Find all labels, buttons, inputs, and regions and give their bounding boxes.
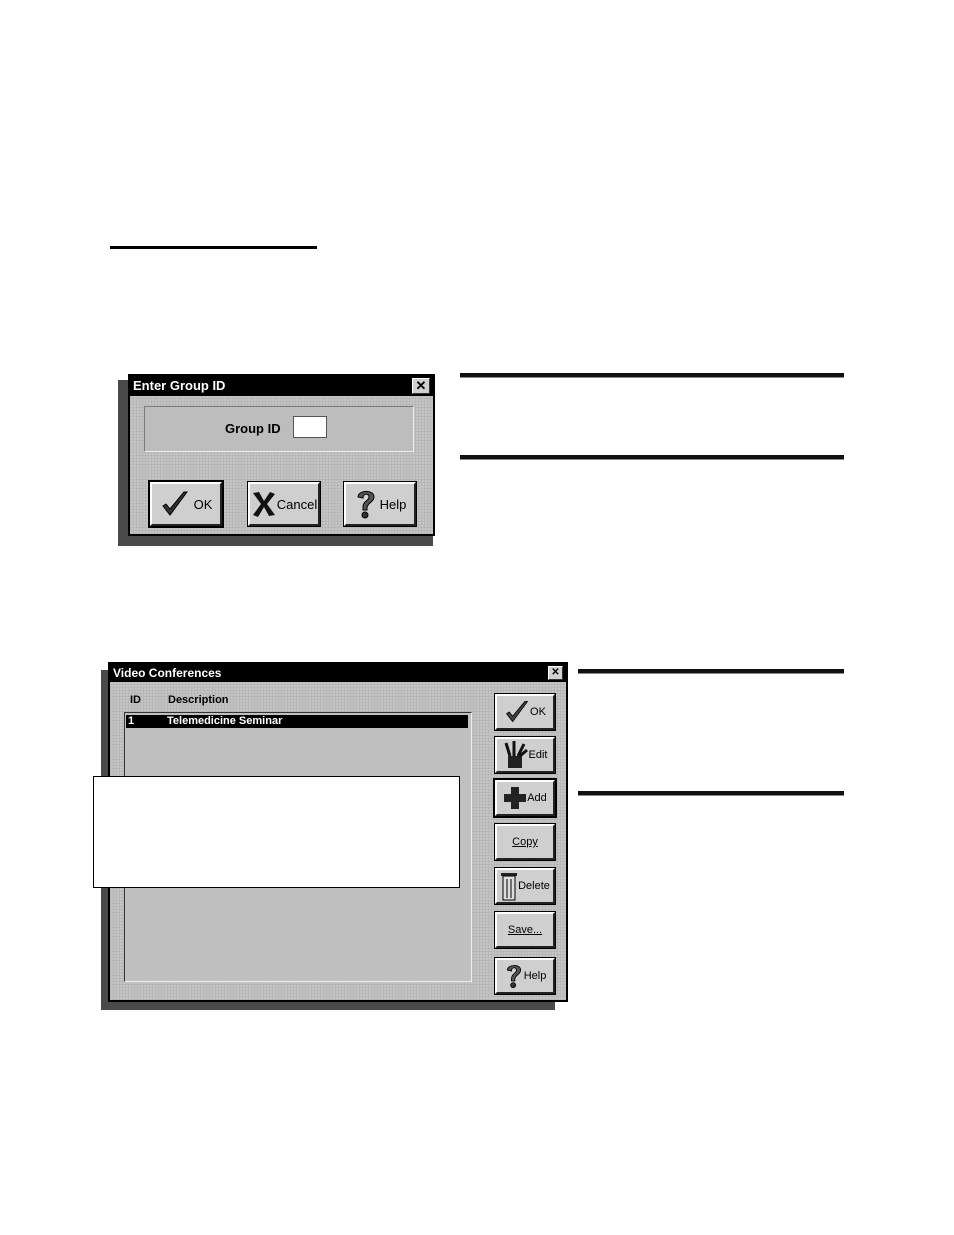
group-id-input[interactable] — [293, 416, 327, 438]
edit-button[interactable]: Edit — [494, 736, 556, 774]
column-header-description: Description — [168, 694, 229, 706]
dialog-title: Enter Group ID — [133, 378, 226, 393]
group-id-label: Group ID — [225, 421, 281, 436]
copy-label: Copy — [512, 836, 538, 848]
callout-rule-top-2 — [578, 669, 844, 674]
help-button[interactable]: Help — [343, 481, 417, 527]
help-label: Help — [523, 970, 547, 982]
question-mark-icon — [357, 490, 375, 519]
help-label: Help — [379, 496, 407, 512]
add-button[interactable]: Add — [493, 778, 557, 818]
row-id: 1 — [128, 715, 135, 727]
add-label: Add — [527, 792, 547, 804]
delete-label: Delete — [518, 880, 550, 892]
help-button[interactable]: Help — [494, 957, 556, 995]
blank-callout-box — [93, 776, 460, 888]
question-mark-icon — [506, 965, 521, 989]
x-mark-icon — [252, 492, 275, 517]
callout-rule-bottom-1 — [460, 455, 844, 460]
edit-label: Edit — [528, 749, 548, 761]
checkmark-icon — [161, 491, 188, 516]
save-label: Save... — [507, 924, 543, 936]
ok-label: OK — [530, 706, 546, 718]
copy-button[interactable]: Copy — [494, 823, 556, 861]
dialog-title: Video Conferences — [113, 666, 222, 680]
dialog-title-bar: Video Conferences ✕ — [110, 664, 566, 682]
enter-group-id-dialog: Enter Group ID ✕ Group ID OK Cancel Help — [128, 374, 435, 536]
dialog-title-bar: Enter Group ID ✕ — [130, 376, 433, 396]
section-rule — [110, 246, 317, 249]
trash-can-icon — [501, 873, 518, 901]
group-id-panel: Group ID — [144, 406, 414, 452]
save-button[interactable]: Save... — [494, 911, 556, 949]
column-header-id: ID — [130, 694, 141, 706]
row-description: Telemedicine Seminar — [167, 715, 283, 727]
ok-button[interactable]: OK — [148, 480, 224, 528]
table-row[interactable]: 1 Telemedicine Seminar — [126, 715, 468, 728]
cancel-label: Cancel — [276, 496, 318, 512]
callout-rule-top-1 — [460, 373, 844, 378]
cancel-button[interactable]: Cancel — [247, 481, 321, 527]
checkmark-icon — [506, 701, 529, 723]
plus-icon — [504, 787, 527, 809]
close-icon[interactable]: ✕ — [412, 378, 430, 394]
ok-label: OK — [193, 496, 213, 512]
delete-button[interactable]: Delete — [494, 867, 556, 905]
callout-rule-bottom-2 — [578, 791, 844, 796]
ok-button[interactable]: OK — [494, 693, 556, 731]
pencil-cup-icon — [504, 741, 528, 768]
close-icon[interactable]: ✕ — [548, 666, 563, 680]
